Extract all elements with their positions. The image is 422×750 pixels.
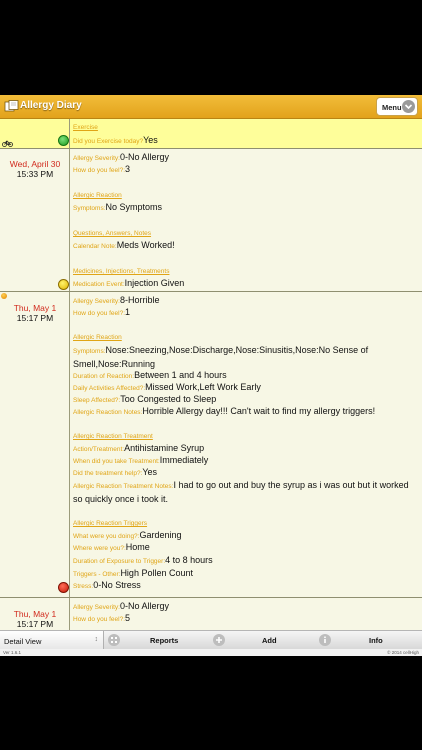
detail-line: Daily Activities Affected?:Missed Work,L…: [73, 382, 261, 392]
detail-line: Duration of Reaction:Between 1 and 4 hou…: [73, 370, 227, 380]
diary-entry-list[interactable]: Exercise Did you Exercise today?Yes Wed,…: [0, 119, 422, 630]
entry-details: Allergy Severity:8-Horrible How do you f…: [71, 292, 422, 598]
detail-line: Symptoms:Nose:Sneezing,Nose:Discharge,No…: [73, 345, 369, 369]
entry-date-column: Thu, May 1 15:17 PM: [0, 598, 70, 630]
detail-line: How do you feel?:5: [73, 613, 131, 623]
info-button[interactable]: Info: [369, 636, 383, 645]
section-heading: Allergic Reaction Triggers: [73, 520, 148, 527]
detail-line: Stress:0-No Stress: [73, 580, 141, 590]
detail-line: Action/Treatment:Antihistamine Syrup: [73, 443, 205, 453]
detail-line: Symptoms:No Symptoms: [73, 202, 163, 212]
view-select-value: Detail View: [4, 637, 42, 646]
bicycle-icon: [2, 140, 13, 147]
detail-line: Medication Event:Injection Given: [73, 278, 185, 288]
section-heading: Allergic Reaction: [73, 192, 122, 199]
entry-row[interactable]: Thu, May 1 15:17 PM Allergy Severity:0-N…: [0, 598, 422, 630]
entry-row[interactable]: Wed, April 30 15:33 PM Allergy Severity:…: [0, 149, 422, 292]
bottom-toolbar: Detail View ↕ Reports Add Info: [0, 630, 422, 650]
detail-line: Allergic Reaction Notes:Horrible Allergy…: [73, 406, 376, 416]
entry-row[interactable]: Exercise Did you Exercise today?Yes: [0, 119, 422, 149]
detail-line: Duration of Exposure to Trigger:4 to 8 h…: [73, 555, 213, 565]
entry-time: 15:17 PM: [16, 619, 54, 629]
section-heading: Medicines, Injections, Treatments: [73, 268, 170, 275]
detail-line: Allergy Severity:8-Horrible: [73, 295, 160, 305]
app-title: Allergy Diary: [20, 100, 82, 111]
select-arrow-icon: ↕: [94, 636, 99, 643]
add-plus-icon[interactable]: [213, 634, 225, 646]
version-label: Ver 1.6.1: [3, 650, 22, 655]
detail-line: Calendar Note:Meds Worked!: [73, 240, 175, 250]
entry-date-column: Thu, May 1 15:17 PM: [0, 292, 70, 598]
view-select[interactable]: Detail View ↕: [0, 631, 104, 650]
entry-day: Thu, May 1: [13, 609, 57, 619]
section-heading: Questions, Answers, Notes: [73, 230, 152, 237]
detail-line: Triggers - Other:High Pollen Count: [73, 568, 193, 578]
entry-date-column: Wed, April 30 15:33 PM: [0, 149, 70, 292]
detail-line: Where were you?:Home: [73, 542, 150, 552]
reports-button[interactable]: Reports: [150, 636, 178, 645]
menu-button-label: Menu: [382, 103, 402, 112]
footer: Ver 1.6.1 © 2014 cellHigh: [0, 649, 422, 656]
section-heading-exercise: Exercise: [73, 124, 98, 131]
app-screen: Allergy Diary Menu Exercise Did you Exer…: [0, 95, 422, 656]
detail-line: Allergy Severity:0-No Allergy: [73, 601, 169, 611]
detail-line: What were you doing?:Gardening: [73, 530, 182, 540]
entry-time: 15:33 PM: [16, 169, 54, 179]
chevron-down-icon: [402, 100, 415, 113]
detail-line: Allergic Reaction Treatment Notes:I had …: [73, 480, 409, 504]
detail-line: Sleep Affected?:Too Congested to Sleep: [73, 394, 217, 404]
detail-line: How do you feel?:3: [73, 164, 131, 174]
entry-day: Thu, May 1: [13, 303, 57, 313]
reports-grid-icon[interactable]: [108, 634, 120, 646]
detail-line: Did you Exercise today?Yes: [73, 135, 158, 145]
entry-details: Allergy Severity:0-No Allergy How do you…: [71, 598, 422, 630]
mood-smiley-neutral-icon: [58, 279, 69, 290]
detail-line: How do you feel?:1: [73, 307, 131, 317]
detail-line: Did the treatment help?:Yes: [73, 467, 158, 477]
detail-line: Allergy Severity:0-No Allergy: [73, 152, 169, 162]
section-heading: Allergic Reaction Treatment: [73, 433, 153, 440]
alert-dot-icon: [1, 293, 7, 299]
add-button[interactable]: Add: [262, 636, 277, 645]
section-heading: Allergic Reaction: [73, 334, 122, 341]
entry-time: 15:17 PM: [16, 313, 54, 323]
menu-button[interactable]: Menu: [376, 97, 418, 116]
detail-line: When did you take Treatment:Immediately: [73, 455, 209, 465]
mood-smiley-sad-icon: [58, 582, 69, 593]
mood-smiley-happy-icon: [58, 135, 69, 146]
entry-day: Wed, April 30: [9, 159, 61, 169]
entry-details: Allergy Severity:0-No Allergy How do you…: [71, 149, 422, 292]
info-icon[interactable]: [319, 634, 331, 646]
entry-row[interactable]: Thu, May 1 15:17 PM Allergy Severity:8-H…: [0, 292, 422, 598]
diary-logo-icon: [4, 100, 19, 112]
entry-details: Exercise Did you Exercise today?Yes: [71, 119, 422, 149]
copyright-label: © 2014 cellHigh: [387, 650, 419, 655]
title-bar: Allergy Diary Menu: [0, 95, 422, 119]
